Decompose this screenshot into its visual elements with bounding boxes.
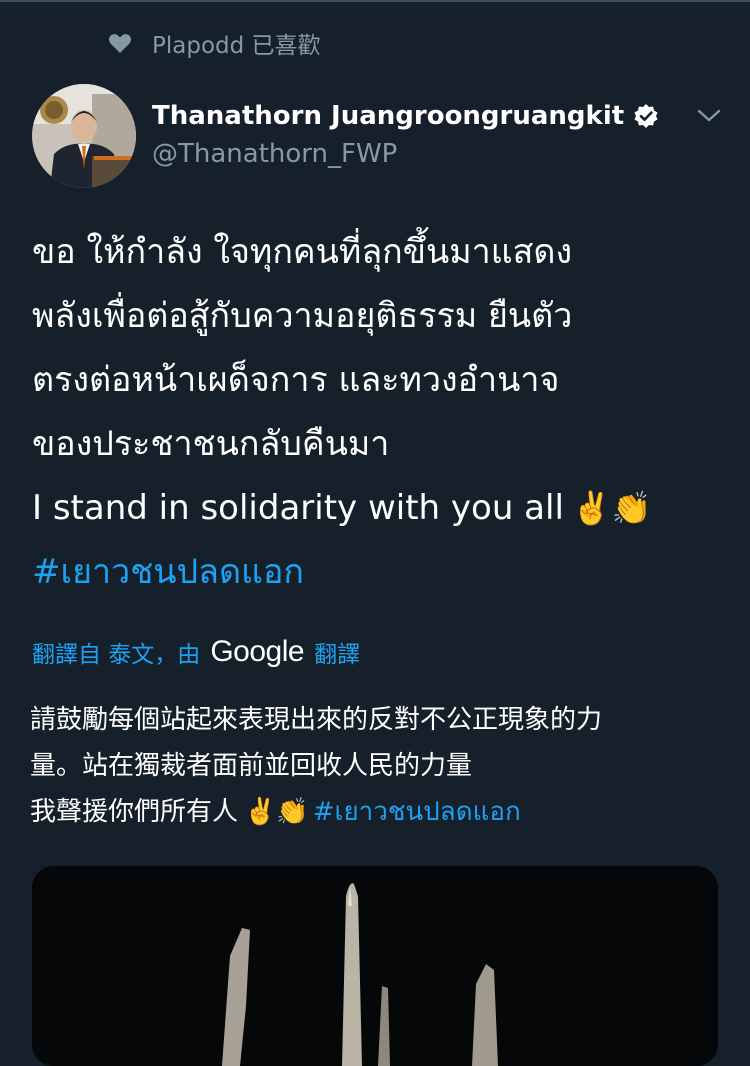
tweet-english-text: I stand in solidarity with you all	[32, 488, 564, 528]
social-context-text: Plapodd 已喜歡	[152, 33, 321, 59]
author-name-row[interactable]: Thanathorn Juangroongruangkit	[152, 98, 659, 134]
author-block[interactable]: Thanathorn Juangroongruangkit @Thanathor…	[152, 98, 659, 172]
translation-text: 我聲援你們所有人	[30, 797, 239, 827]
tweet-line-english: I stand in solidarity with you all ✌️👏	[32, 476, 722, 540]
top-divider	[0, 0, 750, 2]
translated-text: 請鼓勵每個站起來表現出來的反對不公正現象的力 量。站在獨裁者面前並回收人民的力量…	[30, 697, 730, 835]
avatar[interactable]	[32, 84, 136, 188]
google-logo: Google	[210, 635, 305, 668]
translation-line: 請鼓勵每個站起來表現出來的反對不公正現象的力	[30, 705, 603, 735]
author-handle[interactable]: @Thanathorn_FWP	[152, 136, 659, 172]
translation-hashtag-link[interactable]: #เยาวชนปลดแอก	[313, 789, 521, 835]
translate-label[interactable]: 翻譯	[314, 635, 360, 669]
social-context[interactable]: Plapodd 已喜歡	[108, 28, 321, 59]
verified-badge-icon	[633, 103, 659, 129]
translation-attribution: 翻譯自 泰文，由 Google 翻譯	[32, 630, 360, 674]
translation-emoji: ✌️👏	[244, 797, 309, 827]
tweet-emoji: ✌️👏	[571, 489, 652, 527]
tweet-text: ขอ ให้กำลัง ใจทุกคนที่ลุกขึ้นมาแสดง พลัง…	[32, 220, 722, 604]
tweet-line: พลังเพื่อต่อสู้กับความอยุติธรรม ยืนตัว	[32, 296, 573, 336]
tweet-line: ตรงต่อหน้าเผด็จการ และทวงอำนาจ	[32, 360, 560, 400]
chevron-down-icon[interactable]	[696, 106, 722, 126]
hashtag-link[interactable]: #เยาวชนปลดแอก	[32, 540, 304, 604]
tweet-line-hashtag: #เยาวชนปลดแอก	[32, 540, 722, 604]
heart-icon	[108, 31, 134, 55]
translated-from-label[interactable]: 翻譯自 泰文，由	[32, 635, 200, 669]
tweet-media-image[interactable]	[32, 866, 718, 1066]
author-display-name[interactable]: Thanathorn Juangroongruangkit	[152, 98, 624, 134]
tweet-line: ของประชาชนกลับคืนมา	[32, 424, 390, 464]
tweet-line: ขอ ให้กำลัง ใจทุกคนที่ลุกขึ้นมาแสดง	[32, 232, 573, 272]
translation-line: 量。站在獨裁者面前並回收人民的力量	[30, 751, 473, 781]
translation-line-last: 我聲援你們所有人 ✌️👏 #เยาวชนปลดแอก	[30, 789, 730, 835]
